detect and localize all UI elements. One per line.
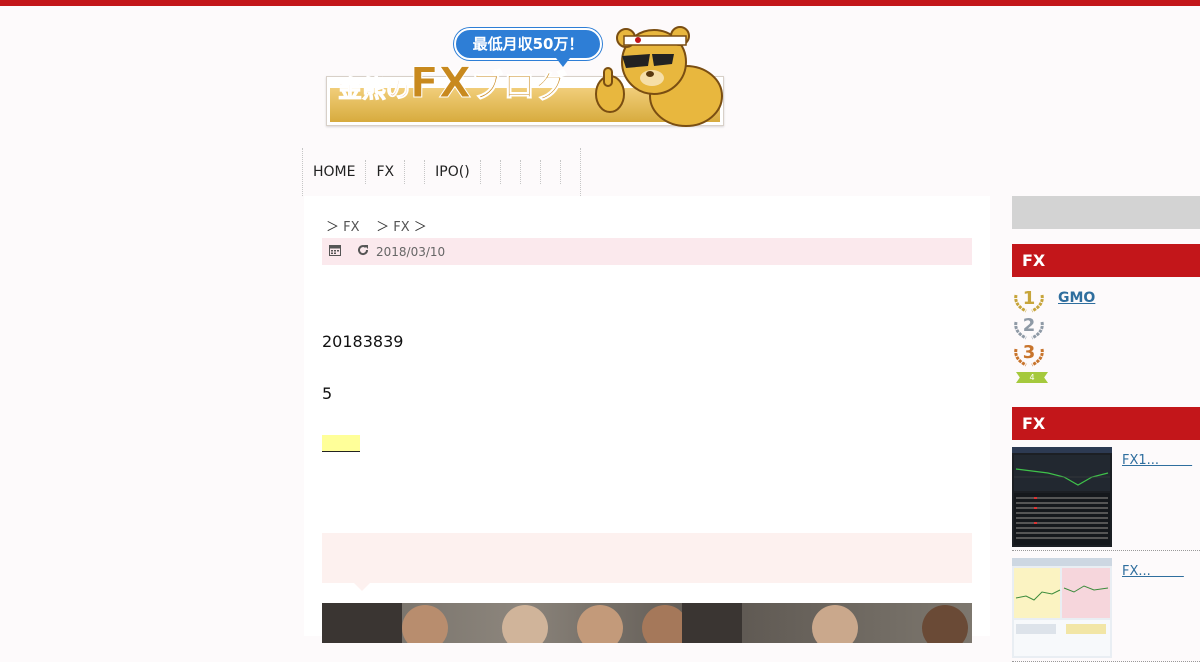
sidebar-post[interactable]: FX...	[1012, 558, 1200, 662]
ranking-item-3[interactable]: 3	[1012, 339, 1200, 367]
ranking-title: FX	[1012, 244, 1200, 277]
logo-title-blog: ブログ	[471, 67, 568, 106]
ranking-item-4[interactable]: 4	[1012, 366, 1200, 394]
ranking-link[interactable]: GMO	[1058, 290, 1095, 306]
nav-item-fx[interactable]: FX	[366, 160, 406, 184]
breadcrumb-separator: ＞	[326, 220, 340, 235]
article-paragraph: 5	[322, 384, 333, 403]
breadcrumb-separator: ＞	[376, 220, 390, 235]
article-paragraph: 20183839	[322, 332, 404, 351]
nav-item-ipo[interactable]: IPO()	[425, 160, 481, 184]
rank-4-ribbon-icon: 4	[1016, 372, 1048, 383]
refresh-icon	[356, 244, 370, 259]
nav-item-blank-5[interactable]	[541, 160, 561, 184]
breadcrumb-link-fx[interactable]: FX	[343, 220, 359, 235]
breadcrumb: ＞ FX ＞ FX ＞	[326, 216, 427, 235]
nav-item-home[interactable]: HOME	[303, 160, 367, 184]
global-nav: HOME FX IPO()	[302, 148, 581, 196]
nav-item-blank-6[interactable]	[561, 148, 581, 196]
ranking-item-2[interactable]: 2	[1012, 312, 1200, 340]
logo-title-prefix: 金熊の	[338, 75, 411, 104]
nav-item-blank-3[interactable]	[501, 160, 521, 184]
nav-item-blank-4[interactable]	[521, 160, 541, 184]
top-accent-bar	[0, 0, 1200, 6]
nav-item-blank-2[interactable]	[481, 160, 501, 184]
post-date: 2018/03/10	[376, 244, 446, 259]
post-meta: 2018/03/10	[322, 238, 972, 265]
post-link[interactable]: FX...	[1122, 564, 1184, 579]
ranking-number: 3	[1023, 342, 1036, 363]
sidebar-search-bar[interactable]	[1012, 196, 1200, 229]
bear-mascot-icon	[595, 26, 723, 127]
breadcrumb-link-fx-category[interactable]: FX	[393, 220, 409, 235]
ranking-item-1[interactable]: 1 GMO	[1012, 285, 1200, 313]
main-content: ＞ FX ＞ FX ＞ 2018/03/10 20183839 5	[304, 196, 990, 643]
calendar-icon	[328, 244, 342, 259]
highlighted-text-marker	[322, 435, 360, 452]
post-thumbnail[interactable]	[1012, 447, 1112, 547]
logo-speech-bubble: 最低月収50万！	[454, 28, 602, 67]
speech-callout-box	[322, 533, 972, 591]
ranking-number: 1	[1023, 288, 1036, 309]
logo-title: 金熊のFXブログ	[338, 58, 568, 108]
sidebar-post[interactable]: FX1...	[1012, 447, 1200, 551]
logo-title-fx: FX	[409, 58, 472, 108]
site-logo[interactable]: 最低月収50万！ 金熊のFXブログ	[326, 24, 726, 128]
posts-title: FX	[1012, 407, 1200, 440]
ranking-number: 2	[1023, 315, 1036, 336]
bronze-rank-medal-icon: 3	[1014, 342, 1044, 367]
post-link[interactable]: FX1...	[1122, 453, 1192, 468]
article-photo	[322, 603, 972, 643]
silver-rank-medal-icon: 2	[1014, 315, 1044, 340]
post-thumbnail[interactable]	[1012, 558, 1112, 658]
nav-item-blank-1[interactable]	[405, 160, 426, 184]
gold-rank-medal-icon: 1	[1014, 288, 1044, 313]
breadcrumb-separator: ＞	[413, 220, 427, 235]
sidebar: FX 1 GMO 2 3 4 FX FX1... FX...	[1012, 196, 1200, 662]
